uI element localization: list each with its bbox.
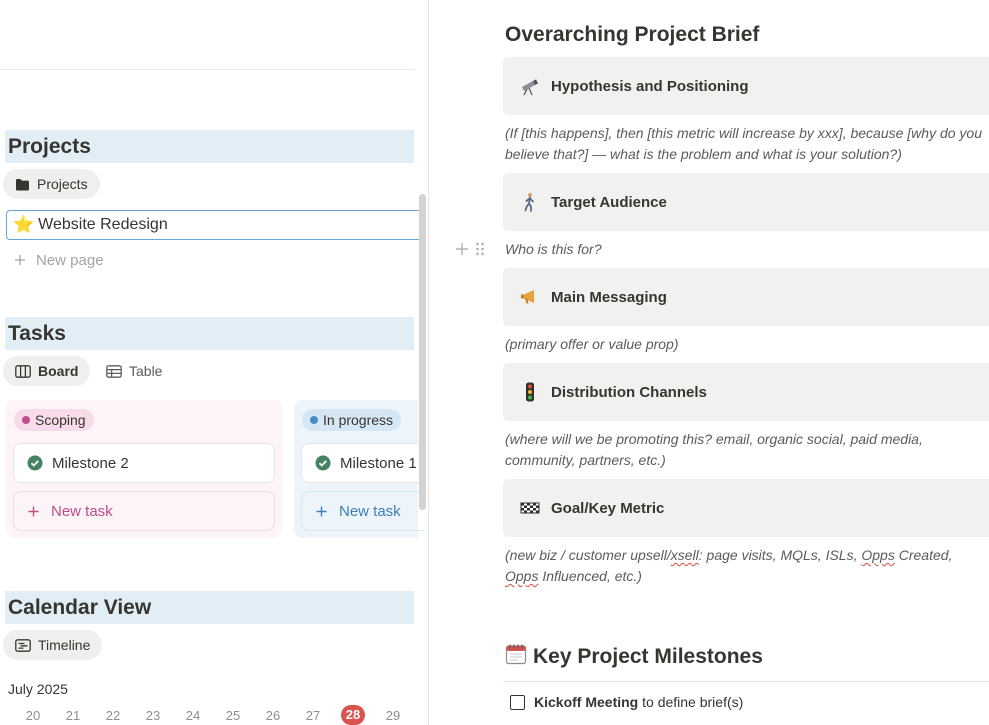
todo-item: Kickoff Meeting to define brief(s) xyxy=(510,694,743,710)
callout-heading: Distribution Channels xyxy=(551,383,707,401)
timeline-view-label: Timeline xyxy=(38,637,91,653)
plus-icon xyxy=(316,506,327,516)
calendar-view-header: Calendar View xyxy=(5,591,414,624)
task-card-title: Milestone 2 xyxy=(52,454,129,472)
callout-note[interactable]: (new biz / customer upsell/xsell: page v… xyxy=(505,545,985,587)
callout-hypothesis[interactable]: Hypothesis and Positioning xyxy=(503,57,989,115)
note-text: Created, xyxy=(894,547,953,563)
telescope-icon xyxy=(519,76,541,96)
brief-title: Overarching Project Brief xyxy=(505,23,760,46)
new-page-label: New page xyxy=(36,251,104,269)
traffic-light-icon xyxy=(519,382,541,402)
app-window: Projects Projects ⭐ Website Redesign New… xyxy=(0,0,989,725)
calendar-day[interactable]: 21 xyxy=(61,708,85,723)
tab-table-label: Table xyxy=(129,363,163,379)
callout-distribution-channels[interactable]: Distribution Channels xyxy=(503,363,989,421)
page-title-text: Website Redesign xyxy=(38,216,168,233)
new-page-button[interactable]: New page xyxy=(14,249,104,271)
left-pane: Projects Projects ⭐ Website Redesign New… xyxy=(0,0,428,725)
right-pane: Overarching Project Brief Hypothesis and… xyxy=(429,0,989,725)
milestones-heading: Key Project Milestones xyxy=(505,643,763,671)
projects-view-chip[interactable]: Projects xyxy=(3,169,100,199)
timeline-icon xyxy=(15,638,31,652)
todo-text[interactable]: Kickoff Meeting to define brief(s) xyxy=(534,694,743,710)
plus-icon xyxy=(15,255,25,265)
calendar-day[interactable]: 25 xyxy=(221,708,245,723)
timeline-view-chip[interactable]: Timeline xyxy=(3,630,103,660)
check-circle-icon xyxy=(315,455,331,471)
divider-line xyxy=(503,681,989,682)
calendar-month: July 2025 xyxy=(8,681,68,697)
person-walking-icon xyxy=(519,192,541,212)
scrollbar-thumb[interactable] xyxy=(419,194,426,510)
callout-heading: Hypothesis and Positioning xyxy=(551,77,749,95)
callout-heading: Goal/Key Metric xyxy=(551,499,665,517)
tab-board[interactable]: Board xyxy=(3,356,91,386)
calendar-day-today[interactable]: 28 xyxy=(341,705,365,725)
milestones-heading-text: Key Project Milestones xyxy=(533,645,763,668)
calendar-day[interactable]: 27 xyxy=(301,708,325,723)
spiral-calendar-icon xyxy=(505,643,527,671)
note-text-misspelled: Opps xyxy=(861,547,895,563)
table-icon xyxy=(106,364,122,378)
block-handle[interactable] xyxy=(455,241,485,257)
check-circle-icon xyxy=(27,455,43,471)
board-column-scoping: Scoping Milestone 2 New task xyxy=(6,400,282,538)
status-badge-scoping: Scoping xyxy=(14,409,94,431)
calendar-day[interactable]: 20 xyxy=(21,708,45,723)
tab-table[interactable]: Table xyxy=(94,356,174,386)
tasks-header: Tasks xyxy=(5,317,414,350)
calendar-day[interactable]: 24 xyxy=(181,708,205,723)
status-label: Scoping xyxy=(35,412,86,428)
callout-note[interactable]: (If [this happens], then [this metric wi… xyxy=(505,123,985,165)
callout-heading: Target Audience xyxy=(551,193,667,211)
status-dot xyxy=(22,416,30,424)
callout-goal-key-metric[interactable]: Goal/Key Metric xyxy=(503,479,989,537)
calendar-day[interactable]: 22 xyxy=(101,708,125,723)
todo-text-rest: to define brief(s) xyxy=(638,694,744,710)
megaphone-icon xyxy=(519,287,541,307)
projects-view-label: Projects xyxy=(37,176,88,192)
folder-icon xyxy=(16,178,29,190)
board-column-in-progress: In progress Milestone 1 New task xyxy=(294,400,425,538)
divider-line xyxy=(0,69,414,70)
todo-checkbox[interactable] xyxy=(510,694,525,710)
note-text: : page visits, MQLs, ISLs, xyxy=(698,547,862,563)
callout-heading: Main Messaging xyxy=(551,288,667,306)
status-badge-in-progress: In progress xyxy=(302,409,402,431)
callout-target-audience[interactable]: Target Audience xyxy=(503,173,989,231)
callout-note[interactable]: (where will we be promoting this? email,… xyxy=(505,429,985,471)
callout-note[interactable]: Who is this for? xyxy=(505,239,985,260)
plus-icon[interactable] xyxy=(455,242,469,256)
calendar-day[interactable]: 26 xyxy=(261,708,285,723)
drag-handle-icon[interactable] xyxy=(475,241,485,257)
new-task-label: New task xyxy=(51,502,113,520)
star-icon: ⭐ xyxy=(13,215,35,234)
board-icon xyxy=(15,364,31,378)
note-text-misspelled: Opps xyxy=(505,568,539,584)
new-task-label: New task xyxy=(339,502,401,520)
note-text: (new biz / customer upsell/ xyxy=(505,547,671,563)
calendar-day[interactable]: 23 xyxy=(141,708,165,723)
todo-text-bold: Kickoff Meeting xyxy=(534,694,639,710)
new-task-button-scoping[interactable]: New task xyxy=(13,491,275,531)
calendar-day-row: 20 21 22 23 24 25 26 27 28 29 xyxy=(0,705,414,725)
calendar-day[interactable]: 29 xyxy=(381,708,405,723)
new-task-button-in-progress[interactable]: New task xyxy=(301,491,425,531)
task-card-milestone-1[interactable]: Milestone 1 xyxy=(301,443,425,483)
note-text-misspelled: xsell xyxy=(670,547,699,563)
task-card-title: Milestone 1 xyxy=(340,454,417,472)
checkered-flag-icon xyxy=(519,498,541,518)
note-text: Influenced, etc.) xyxy=(538,568,642,584)
tab-board-label: Board xyxy=(38,363,79,379)
status-dot xyxy=(310,416,318,424)
task-card-milestone-2[interactable]: Milestone 2 xyxy=(13,443,275,483)
callout-note[interactable]: (primary offer or value prop) xyxy=(505,334,985,355)
callout-main-messaging[interactable]: Main Messaging xyxy=(503,268,989,326)
status-label: In progress xyxy=(323,412,394,428)
plus-icon xyxy=(28,506,39,516)
page-title-input[interactable]: ⭐ Website Redesign xyxy=(6,210,426,240)
projects-header: Projects xyxy=(5,130,414,163)
